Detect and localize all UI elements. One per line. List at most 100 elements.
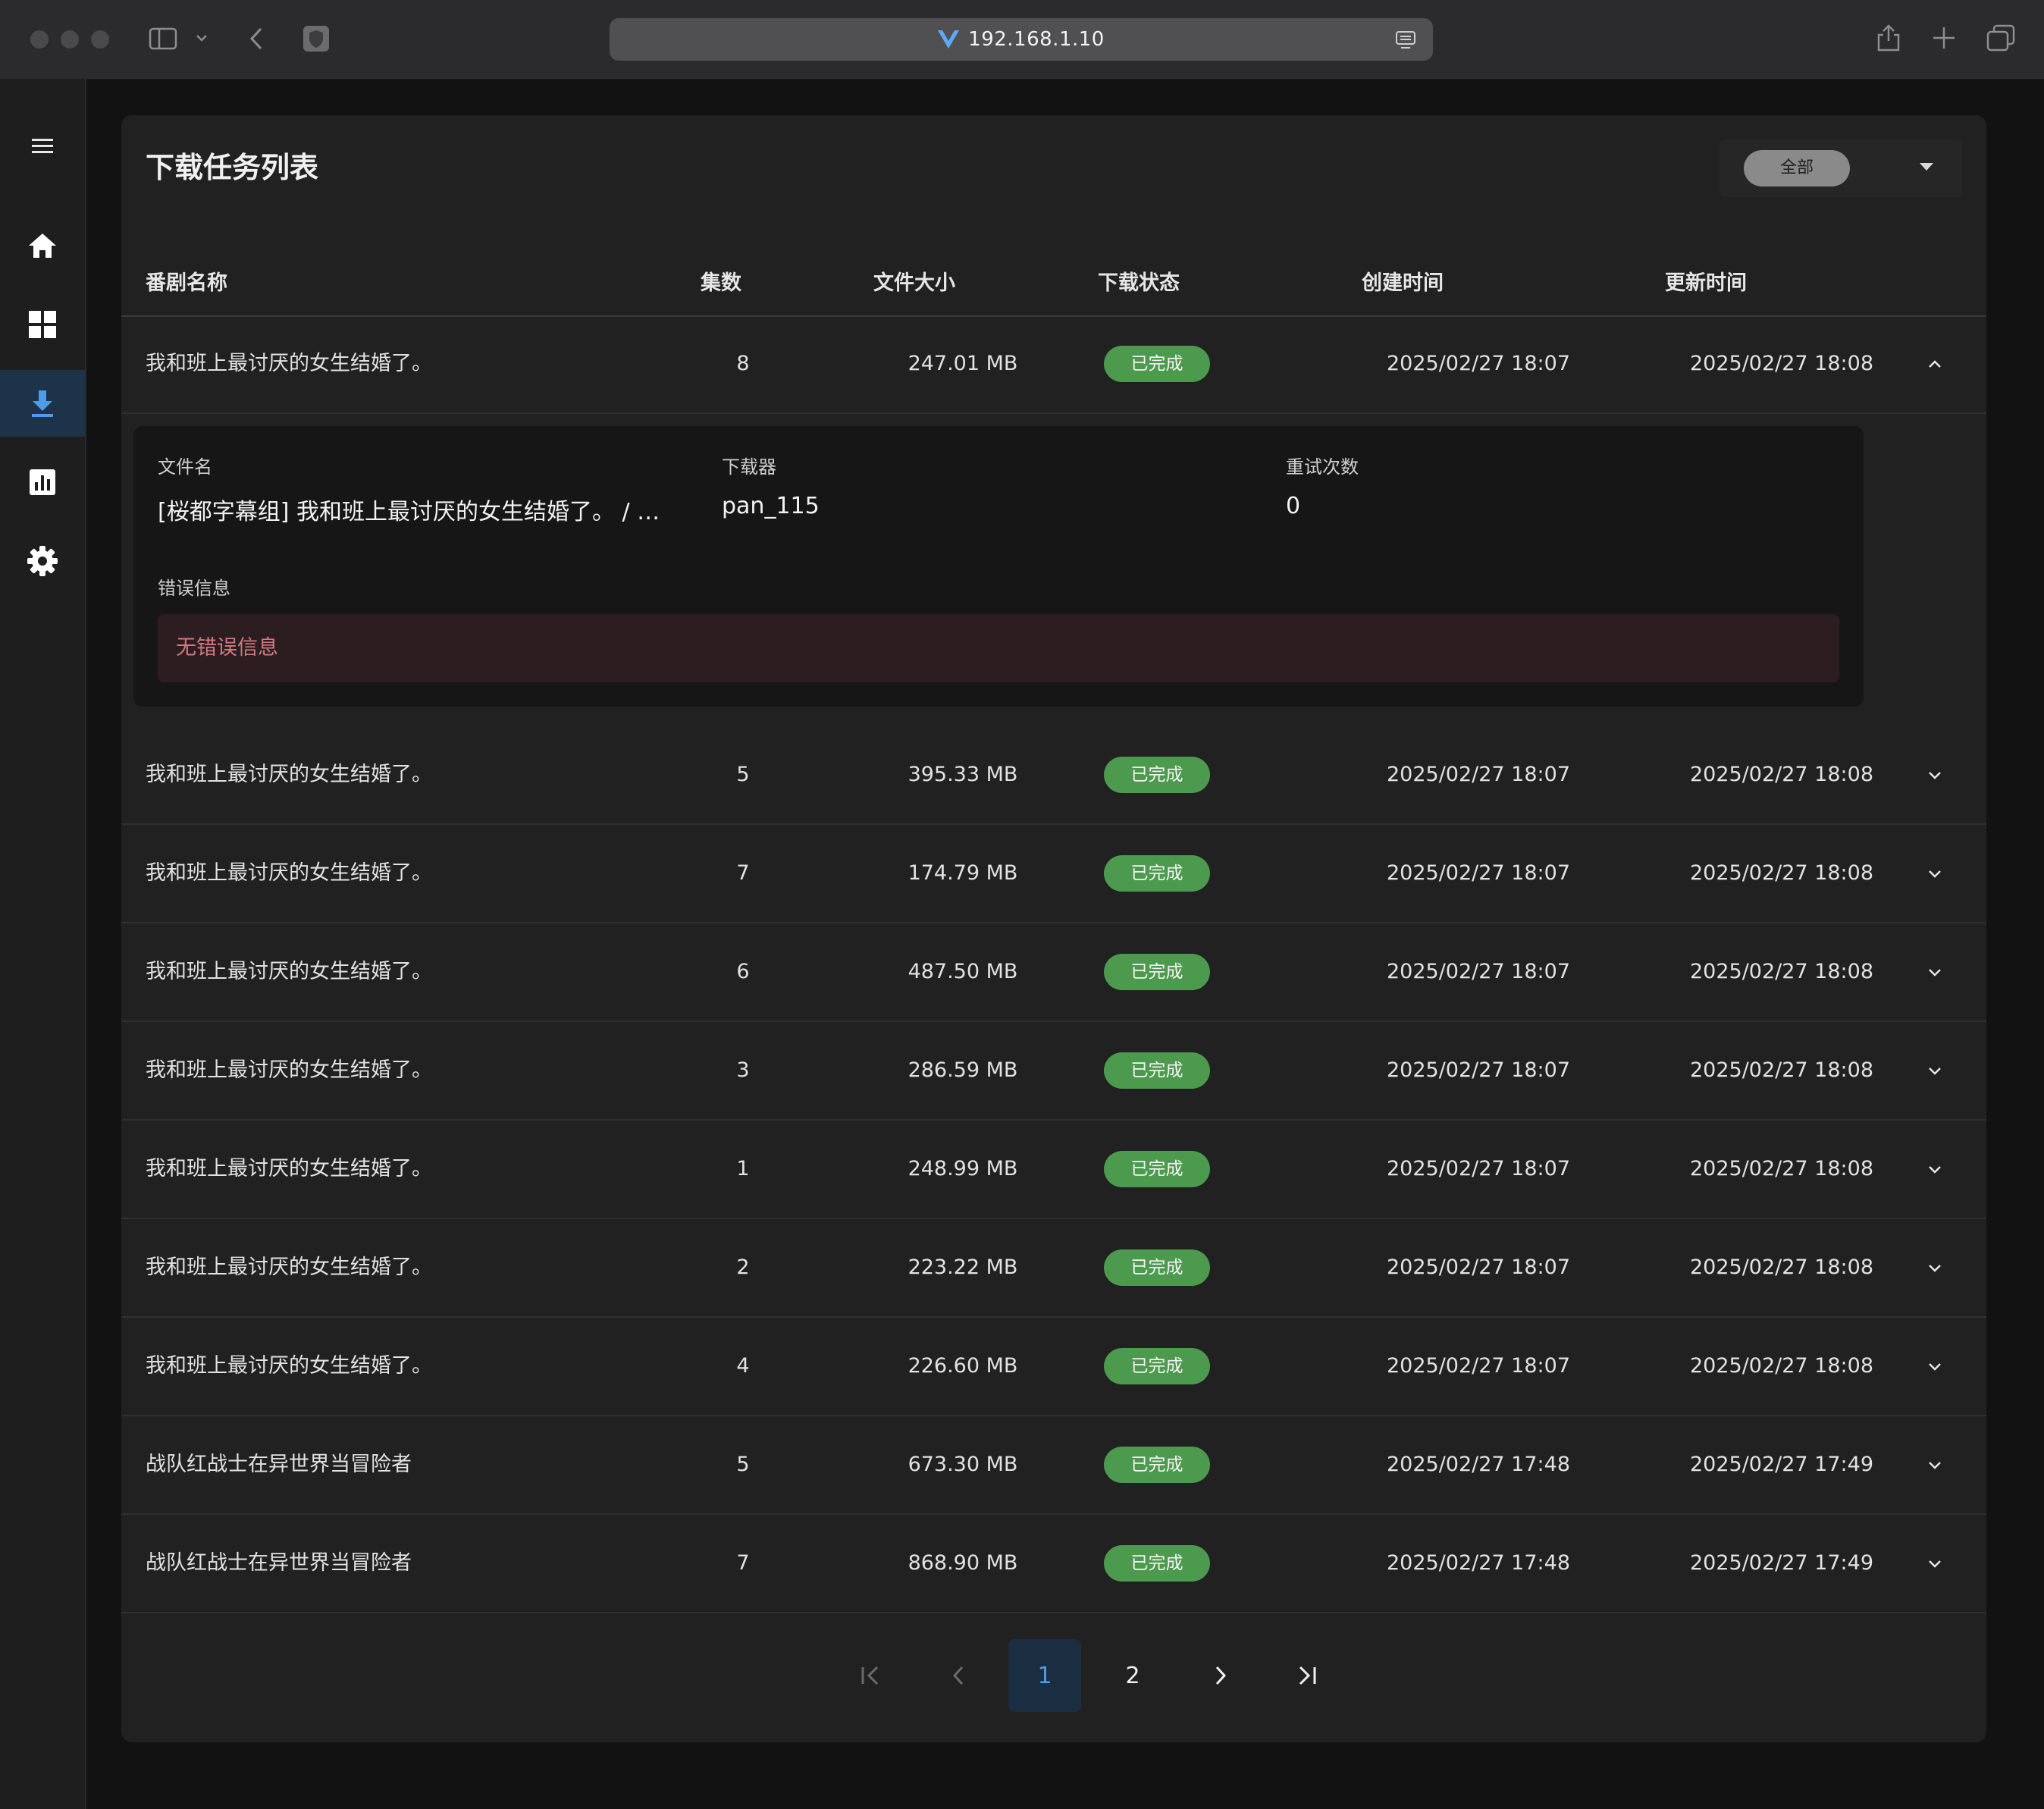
episode-cell: 6 [736,960,750,983]
status-badge: 已完成 [1104,346,1210,382]
column-header-episode[interactable]: 集数 [701,252,741,315]
episode-cell: 2 [736,1256,750,1279]
table-row[interactable]: 我和班上最讨厌的女生结婚了。 5 395.33 MB 已完成 2025/02/27 18… [121,726,1986,825]
table-row[interactable]: 我和班上最讨厌的女生结婚了。 7 174.79 MB 已完成 2025/02/27 18… [121,825,1986,923]
updated-time-cell: 2025/02/27 18:08 [1689,1157,1873,1180]
filter-chip[interactable]: 全部 [1744,150,1850,187]
chart-icon [30,469,55,495]
first-page-button[interactable] [834,1639,907,1712]
close-window-button[interactable] [30,30,49,49]
status-badge: 已完成 [1104,1052,1210,1089]
file-size-cell: 247.01 MB [908,352,1018,375]
chevron-down-icon[interactable] [1924,963,1945,981]
shield-icon[interactable] [302,24,331,53]
created-time-cell: 2025/02/27 18:07 [1386,352,1570,375]
table-row[interactable]: 战队红战士在异世界当冒险者 5 673.30 MB 已完成 2025/02/27 17:… [121,1416,1986,1515]
file-size-cell: 248.99 MB [908,1157,1018,1180]
sidebar-item-home[interactable] [0,212,85,279]
app-sidebar [0,79,86,1809]
previous-page-button[interactable] [922,1639,995,1712]
file-size-cell: 223.22 MB [908,1256,1018,1279]
chevron-down-icon[interactable] [1924,864,1945,883]
last-page-button[interactable] [1271,1639,1343,1712]
share-icon[interactable] [1876,23,1901,53]
table-row[interactable]: 我和班上最讨厌的女生结婚了。 6 487.50 MB 已完成 2025/02/27 18… [121,923,1986,1022]
episode-cell: 4 [736,1354,750,1378]
created-time-cell: 2025/02/27 18:07 [1386,1256,1570,1279]
download-icon [32,390,53,417]
status-badge: 已完成 [1104,1348,1210,1384]
caret-down-icon[interactable] [1920,163,1933,171]
sidebar-item-dashboard[interactable] [0,291,85,358]
anime-name-cell: 我和班上最讨厌的女生结婚了。 [146,960,432,983]
episode-cell: 7 [736,861,750,885]
sidebar-item-downloads[interactable] [0,370,85,437]
anime-name-cell: 我和班上最讨厌的女生结婚了。 [146,861,432,885]
status-badge: 已完成 [1104,1545,1210,1582]
anime-name-cell: 我和班上最讨厌的女生结婚了。 [146,1157,432,1180]
file-size-cell: 868.90 MB [908,1551,1018,1575]
tab-overview-icon[interactable] [1986,24,2015,52]
column-header-status[interactable]: 下载状态 [1098,252,1180,315]
table-row[interactable]: 我和班上最讨厌的女生结婚了。 8 247.01 MB 已完成 2025/02/27 18… [121,315,1986,414]
chevron-down-icon[interactable] [1924,1357,1945,1375]
back-icon[interactable] [247,26,265,52]
downloader-value: pan_115 [722,493,820,519]
last-page-icon [1299,1666,1316,1685]
status-filter-select[interactable]: 全部 [1720,140,1962,197]
column-header-created[interactable]: 创建时间 [1362,252,1444,315]
table-row[interactable]: 战队红战士在异世界当冒险者 7 868.90 MB 已完成 2025/02/27 17:… [121,1515,1986,1613]
episode-cell: 5 [736,1453,750,1476]
anime-name-cell: 我和班上最讨厌的女生结婚了。 [146,1256,432,1279]
created-time-cell: 2025/02/27 18:07 [1386,861,1570,885]
anime-name-cell: 战队红战士在异世界当冒险者 [146,1551,412,1575]
chevron-up-icon[interactable] [1924,355,1945,373]
sidebar-menu-toggle[interactable] [0,112,85,179]
episode-cell: 8 [736,352,750,375]
anime-name-cell: 我和班上最讨厌的女生结婚了。 [146,763,432,786]
vite-logo-icon [938,30,960,49]
browser-titlebar: 192.168.1.10 [0,0,2044,80]
browser-window: 192.168.1.10 下载任务列表 全部 番剧名称 集数 文件大小 下载状态… [0,0,2044,1809]
table-row[interactable]: 我和班上最讨厌的女生结婚了。 4 226.60 MB 已完成 2025/02/27 18… [121,1318,1986,1416]
column-header-updated[interactable]: 更新时间 [1665,252,1747,315]
reader-mode-icon[interactable] [1395,30,1416,50]
chevron-down-icon[interactable] [1924,1061,1945,1080]
zoom-window-button[interactable] [91,30,109,49]
file-size-cell: 673.30 MB [908,1453,1018,1476]
sidebar-toggle-icon[interactable] [149,27,177,50]
page-button-1[interactable]: 1 [1008,1639,1081,1712]
sidebar-item-settings[interactable] [0,528,85,594]
download-tasks-card: 下载任务列表 全部 番剧名称 集数 文件大小 下载状态 创建时间 更新时间 我和… [121,115,1986,1742]
downloader-label: 下载器 [722,456,776,478]
column-header-name[interactable]: 番剧名称 [146,252,227,315]
table-row[interactable]: 我和班上最讨厌的女生结婚了。 2 223.22 MB 已完成 2025/02/27 18… [121,1219,1986,1318]
episode-cell: 7 [736,1551,750,1575]
episode-cell: 1 [736,1157,750,1180]
file-size-cell: 286.59 MB [908,1058,1018,1082]
table-row[interactable]: 我和班上最讨厌的女生结婚了。 1 248.99 MB 已完成 2025/02/27 18… [121,1121,1986,1219]
error-info-label: 错误信息 [158,578,230,599]
sidebar-item-statistics[interactable] [0,449,85,516]
chevron-down-icon[interactable] [1924,1554,1945,1572]
minimize-window-button[interactable] [61,30,79,49]
table-row[interactable]: 我和班上最讨厌的女生结婚了。 3 286.59 MB 已完成 2025/02/27 18… [121,1022,1986,1121]
table-header: 番剧名称 集数 文件大小 下载状态 创建时间 更新时间 [121,252,1986,317]
file-size-cell: 226.60 MB [908,1354,1018,1378]
page-button-2[interactable]: 2 [1096,1639,1169,1712]
next-page-button[interactable] [1184,1639,1257,1712]
chevron-down-icon[interactable] [1924,1160,1945,1178]
chevron-down-icon[interactable] [1924,1456,1945,1474]
chevron-down-icon[interactable] [1924,766,1945,784]
chevron-down-icon[interactable] [196,33,208,42]
new-tab-icon[interactable] [1932,26,1956,50]
chevron-down-icon[interactable] [1924,1259,1945,1277]
address-bar[interactable]: 192.168.1.10 [610,18,1433,61]
anime-name-cell: 战队红战士在异世界当冒险者 [146,1453,412,1476]
error-info-box: 无错误信息 [158,614,1839,682]
pagination: 12 [121,1639,1986,1712]
created-time-cell: 2025/02/27 18:07 [1386,960,1570,983]
updated-time-cell: 2025/02/27 18:08 [1689,1354,1873,1378]
file-size-cell: 174.79 MB [908,861,1018,885]
column-header-size[interactable]: 文件大小 [873,252,955,315]
